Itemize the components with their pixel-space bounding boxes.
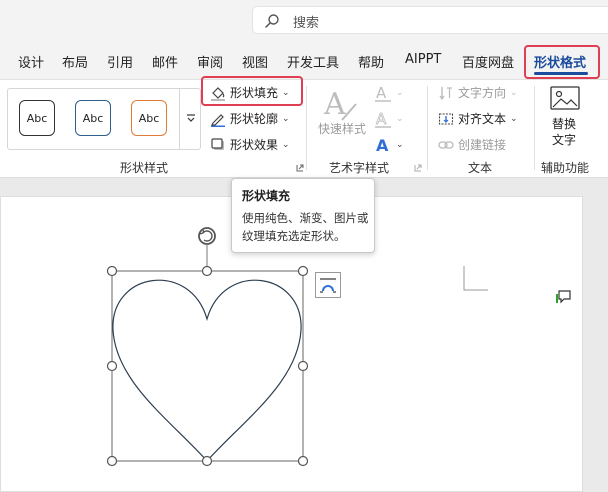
- dialog-launcher-icon[interactable]: [296, 164, 304, 172]
- chevron-down-icon: ⌄: [282, 113, 290, 124]
- tab-mailings[interactable]: 邮件: [152, 52, 178, 71]
- resize-handle-top-right[interactable]: [297, 265, 309, 277]
- shape-effects-icon: [211, 137, 224, 150]
- resize-handle-bottom[interactable]: [201, 455, 213, 467]
- comment-icon[interactable]: [556, 289, 572, 305]
- svg-text:A: A: [323, 87, 346, 122]
- search-placeholder: 搜索: [293, 16, 320, 31]
- tab-view[interactable]: 视图: [242, 52, 268, 71]
- group-separator: [306, 86, 307, 170]
- text-direction-icon: [439, 86, 452, 100]
- layout-options-button[interactable]: [315, 272, 341, 298]
- tab-references[interactable]: 引用: [107, 52, 133, 71]
- group-label-shape-styles: 形状样式: [120, 161, 169, 175]
- group-label-wordart-styles: 艺术字样式: [329, 161, 390, 175]
- shape-style-preset-1[interactable]: Abc: [19, 100, 55, 136]
- tab-developer[interactable]: 开发工具: [287, 52, 339, 71]
- ribbon: Abc Abc Abc 形状填充 ⌄ 形状轮廓 ⌄ 形状效果 ⌄ 形状样式 A …: [0, 79, 608, 178]
- heart-shape[interactable]: [112, 279, 302, 462]
- tab-help[interactable]: 帮助: [358, 52, 384, 71]
- svg-text:A: A: [376, 136, 389, 154]
- link-icon: [438, 140, 454, 149]
- search-box[interactable]: 搜索: [252, 6, 608, 34]
- rotate-handle-icon[interactable]: [198, 227, 216, 245]
- text-direction-button[interactable]: 文字方向 ⌄: [438, 84, 518, 101]
- group-separator: [534, 86, 535, 170]
- pen-outline-icon: [211, 113, 225, 127]
- text-outline-icon: A: [375, 110, 391, 128]
- chevron-down-icon: ⌄: [396, 114, 404, 124]
- shape-outline-button[interactable]: 形状轮廓 ⌄: [210, 110, 290, 127]
- tab-layout[interactable]: 布局: [62, 52, 88, 71]
- text-fill-button[interactable]: A ⌄: [374, 84, 404, 102]
- svg-text:A: A: [376, 110, 387, 128]
- layout-options-icon: [320, 278, 336, 293]
- chevron-down-icon: ⌄: [510, 113, 518, 124]
- shape-effects-button[interactable]: 形状效果 ⌄: [210, 136, 290, 153]
- gallery-expand-icon: [187, 114, 195, 122]
- shape-fill-highlight-box: [201, 76, 303, 106]
- align-text-button[interactable]: 对齐文本 ⌄: [438, 110, 518, 127]
- alt-text-icon: [550, 86, 580, 110]
- text-effects-icon: A: [376, 136, 389, 154]
- align-text-icon: [438, 112, 454, 125]
- selection-bounding-box: [111, 270, 304, 462]
- chevron-down-icon: ⌄: [510, 87, 518, 98]
- margin-corner-mark: [463, 266, 488, 291]
- resize-handle-top-left[interactable]: [106, 265, 118, 277]
- ribbon-tabs: 设计 布局 引用 邮件 审阅 视图 开发工具 帮助 AIPPT 百度网盘 形状格…: [0, 46, 608, 76]
- chevron-down-icon: ⌄: [396, 88, 404, 98]
- shape-style-preset-3[interactable]: Abc: [131, 100, 167, 136]
- resize-handle-right[interactable]: [297, 360, 309, 372]
- wordart-quick-styles-icon: A: [323, 87, 357, 122]
- gallery-more-button[interactable]: [179, 89, 201, 149]
- text-fill-icon: A: [375, 84, 391, 102]
- search-icon: [265, 14, 279, 28]
- text-effects-button[interactable]: A ⌄: [374, 136, 404, 154]
- resize-handle-bottom-left[interactable]: [106, 455, 118, 467]
- selected-shape-group: [106, 227, 309, 467]
- resize-handle-top[interactable]: [201, 265, 213, 277]
- text-outline-button[interactable]: A ⌄: [374, 110, 404, 128]
- group-label-text: 文本: [468, 161, 493, 175]
- shape-styles-gallery: Abc Abc Abc: [7, 88, 201, 150]
- svg-text:A: A: [376, 84, 387, 102]
- tooltip-title: 形状填充: [242, 189, 291, 203]
- chevron-down-icon: ⌄: [396, 140, 404, 150]
- tooltip-shape-fill: 形状填充 使用纯色、渐变、图片或纹理填充选定形状。: [231, 178, 375, 253]
- alt-text-button[interactable]: 替换 文字: [545, 86, 589, 156]
- resize-handle-bottom-right[interactable]: [297, 455, 309, 467]
- tab-design[interactable]: 设计: [18, 52, 44, 71]
- tab-review[interactable]: 审阅: [197, 52, 223, 71]
- group-separator: [427, 86, 428, 170]
- tab-aippt[interactable]: AIPPT: [405, 52, 441, 67]
- chevron-down-icon: ⌄: [282, 139, 290, 150]
- group-label-accessibility: 辅助功能: [541, 161, 590, 175]
- resize-handle-left[interactable]: [106, 360, 118, 372]
- shape-style-preset-2[interactable]: Abc: [75, 100, 111, 136]
- dialog-launcher-icon[interactable]: [414, 164, 422, 172]
- quick-styles-button[interactable]: A 快速样式: [318, 84, 368, 139]
- tab-baidu-netdisk[interactable]: 百度网盘: [462, 52, 514, 71]
- tooltip-body: 使用纯色、渐变、图片或纹理填充选定形状。: [242, 211, 369, 243]
- tab-highlight-box: [524, 45, 600, 79]
- create-link-button[interactable]: 创建链接: [438, 136, 506, 153]
